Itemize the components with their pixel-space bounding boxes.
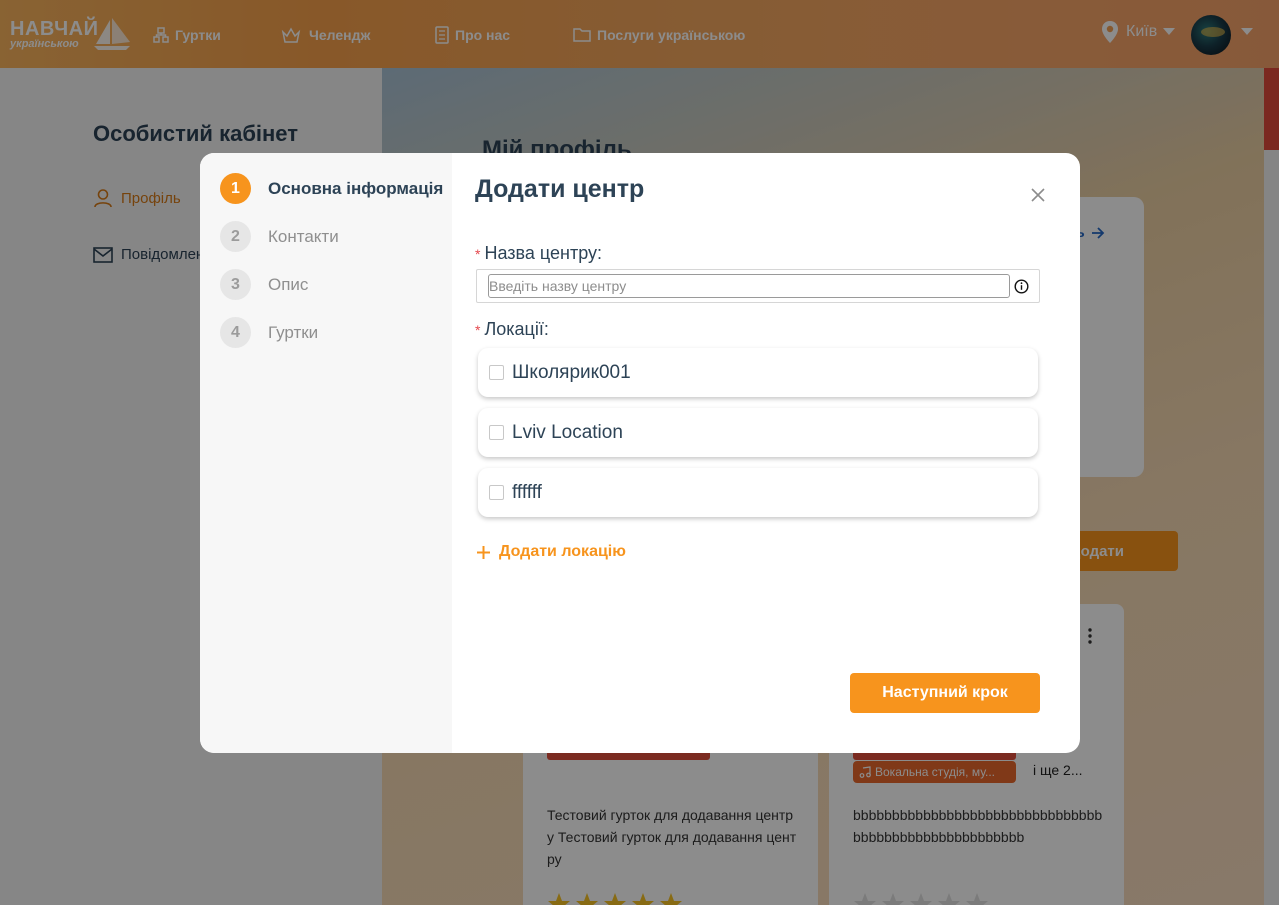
location-checkbox[interactable] bbox=[489, 485, 504, 500]
step-label: Гуртки bbox=[268, 322, 319, 342]
step-description[interactable]: 3 Опис bbox=[220, 269, 308, 300]
step-number: 3 bbox=[220, 269, 251, 300]
info-icon[interactable] bbox=[1014, 279, 1029, 294]
location-option-label: Школярик001 bbox=[512, 361, 631, 383]
location-option-label: Lviv Location bbox=[512, 421, 623, 443]
step-number: 4 bbox=[220, 317, 251, 348]
steps-panel: 1 Основна інформація 2 Контакти 3 Опис 4… bbox=[200, 153, 452, 753]
step-label: Основна інформація bbox=[268, 178, 444, 198]
next-step-label: Наступний крок bbox=[882, 684, 1008, 701]
center-name-label-text: Назва центру: bbox=[484, 243, 602, 263]
add-location-label: Додати локацію bbox=[499, 543, 626, 560]
step-contacts[interactable]: 2 Контакти bbox=[220, 221, 339, 252]
location-option[interactable]: ffffff bbox=[478, 468, 1038, 517]
add-location-button[interactable]: Додати локацію bbox=[476, 543, 626, 561]
required-mark: * bbox=[475, 322, 481, 338]
add-center-modal: 1 Основна інформація 2 Контакти 3 Опис 4… bbox=[200, 153, 1080, 753]
location-option[interactable]: Lviv Location bbox=[478, 408, 1038, 457]
location-option[interactable]: Школярик001 bbox=[478, 348, 1038, 397]
next-step-button[interactable]: Наступний крок bbox=[850, 673, 1040, 713]
plus-icon bbox=[477, 545, 490, 559]
locations-label-text: Локації: bbox=[484, 319, 549, 339]
location-option-label: ffffff bbox=[512, 481, 542, 503]
modal-title: Додати центр bbox=[475, 175, 645, 203]
location-checkbox[interactable] bbox=[489, 425, 504, 440]
required-mark: * bbox=[475, 246, 481, 262]
step-number: 2 bbox=[220, 221, 251, 252]
location-checkbox[interactable] bbox=[489, 365, 504, 380]
close-icon[interactable] bbox=[1030, 187, 1046, 203]
step-number: 1 bbox=[220, 173, 251, 204]
center-name-field bbox=[476, 269, 1040, 303]
step-label: Контакти bbox=[268, 226, 339, 246]
form-panel: Додати центр * Назва центру: * Локації: … bbox=[452, 153, 1080, 753]
locations-label: * Локації: bbox=[475, 319, 549, 340]
step-clubs[interactable]: 4 Гуртки bbox=[220, 317, 318, 348]
center-name-label: * Назва центру: bbox=[475, 243, 602, 264]
step-label: Опис bbox=[268, 274, 309, 294]
center-name-input[interactable] bbox=[488, 274, 1010, 298]
step-main-info[interactable]: 1 Основна інформація bbox=[220, 173, 443, 204]
